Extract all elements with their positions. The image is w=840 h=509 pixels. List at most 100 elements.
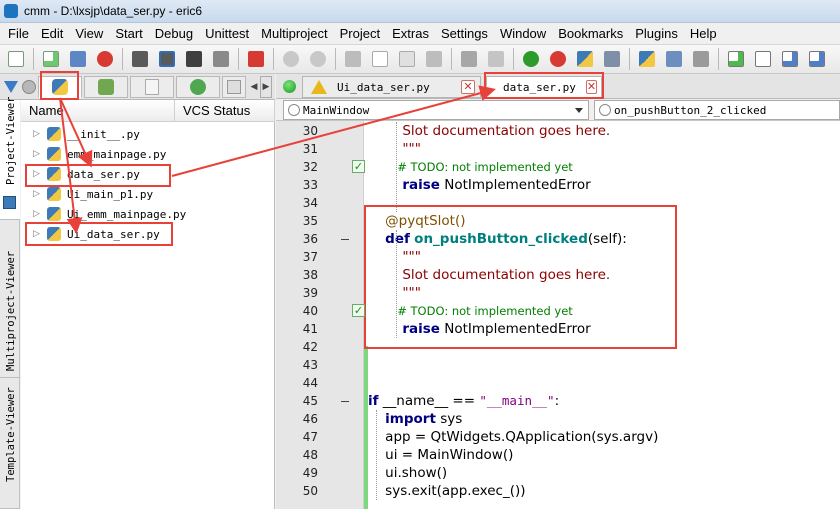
close-all-icon[interactable] [244, 47, 268, 71]
expand-arrow-icon[interactable]: ▷ [33, 209, 43, 219]
menu-edit[interactable]: Edit [35, 26, 69, 41]
reload-icon[interactable] [519, 47, 543, 71]
task-marker-icon[interactable]: ✓ [352, 304, 365, 317]
close-tab-icon[interactable]: ✕ [461, 80, 475, 94]
menu-help[interactable]: Help [684, 26, 723, 41]
column-name[interactable]: Name [21, 100, 175, 121]
list-item[interactable]: ▷ Ui_main_p1.py [21, 184, 275, 204]
new-window-icon[interactable] [689, 47, 713, 71]
list-item[interactable]: ▷ Ui_data_ser.py [21, 224, 275, 244]
close-tab-icon[interactable]: ✕ [585, 80, 598, 94]
tabs-scroll-left-icon[interactable]: ◀ [248, 76, 260, 98]
column-vcs-status[interactable]: VCS Status [175, 100, 275, 121]
python-run-icon[interactable] [573, 47, 597, 71]
save-as-icon[interactable] [155, 47, 179, 71]
settings-icon[interactable] [600, 47, 624, 71]
menu-file[interactable]: File [2, 26, 35, 41]
code-line[interactable]: ui = MainWindow() [368, 446, 840, 464]
method-combo[interactable]: on_pushButton_2_clicked [594, 100, 840, 120]
tab-data-ser[interactable]: data_ser.py ✕ [486, 76, 602, 98]
code-line[interactable]: Slot documentation goes here. [368, 266, 840, 284]
delete-icon[interactable] [422, 47, 446, 71]
code-line[interactable]: # TODO: not implemented yet [368, 302, 840, 320]
code-line[interactable]: Slot documentation goes here. [368, 122, 840, 140]
close-red-icon[interactable] [93, 47, 117, 71]
print-icon[interactable] [66, 47, 90, 71]
code-line[interactable] [368, 338, 840, 356]
code-line[interactable] [368, 356, 840, 374]
tab-sources[interactable] [38, 75, 82, 98]
list-item[interactable]: ▷ emm_mainpage.py [21, 144, 275, 164]
menu-window[interactable]: Window [494, 26, 552, 41]
menu-extras[interactable]: Extras [386, 26, 435, 41]
tab-project-viewer[interactable]: Project-Viewer [0, 96, 20, 220]
code-line[interactable]: """ [368, 284, 840, 302]
code-line[interactable]: if __name__ == "__main__": [368, 392, 840, 410]
save-copy-icon[interactable] [209, 47, 233, 71]
menu-unittest[interactable]: Unittest [199, 26, 255, 41]
copy-icon[interactable] [368, 47, 392, 71]
tab-interfaces[interactable] [222, 75, 246, 98]
redo-icon[interactable] [306, 47, 330, 71]
code-line[interactable] [368, 194, 840, 212]
find-project-icon[interactable] [635, 47, 659, 71]
new-project-icon[interactable] [39, 47, 63, 71]
code-line[interactable]: import sys [368, 410, 840, 428]
class-combo[interactable]: MainWindow [283, 100, 589, 120]
code-line[interactable]: """ [368, 140, 840, 158]
menu-view[interactable]: View [69, 26, 109, 41]
tab-forms[interactable] [84, 75, 128, 98]
code-line[interactable]: sys.exit(app.exec_()) [368, 482, 840, 500]
search-file-icon[interactable] [751, 47, 775, 71]
import-icon[interactable] [778, 47, 802, 71]
save-all-icon[interactable] [182, 47, 206, 71]
list-item[interactable]: ▷ data_ser.py [21, 164, 275, 184]
code-line[interactable]: """ [368, 248, 840, 266]
comment-icon[interactable] [457, 47, 481, 71]
menu-settings[interactable]: Settings [435, 26, 494, 41]
tab-multiproject-viewer[interactable]: Multiproject-Viewer [0, 220, 20, 378]
cut-icon[interactable] [341, 47, 365, 71]
expand-arrow-icon[interactable]: ▷ [33, 129, 43, 139]
list-item[interactable]: ▷ Ui_emm_mainpage.py [21, 204, 275, 224]
export-icon[interactable] [805, 47, 829, 71]
menu-multiproject[interactable]: Multiproject [255, 26, 333, 41]
add-icon[interactable] [724, 47, 748, 71]
tabs-scroll-right-icon[interactable]: ▶ [260, 75, 272, 98]
tab-translations[interactable] [176, 75, 220, 98]
code-line[interactable]: # TODO: not implemented yet [368, 158, 840, 176]
paste-icon[interactable] [395, 47, 419, 71]
code-line[interactable]: app = QtWidgets.QApplication(sys.argv) [368, 428, 840, 446]
fold-marker-icon[interactable] [341, 239, 349, 240]
menu-bookmarks[interactable]: Bookmarks [552, 26, 629, 41]
tab-resources[interactable] [130, 75, 174, 98]
new-file-icon[interactable] [4, 47, 28, 71]
find-file-icon[interactable] [662, 47, 686, 71]
code-editor[interactable]: Slot documentation goes here. """ # TODO… [368, 121, 840, 509]
next-icon[interactable] [484, 47, 508, 71]
task-marker-icon[interactable]: ✓ [352, 160, 365, 173]
code-line[interactable]: raise NotImplementedError [368, 176, 840, 194]
menu-project[interactable]: Project [334, 26, 386, 41]
code-line[interactable]: ui.show() [368, 464, 840, 482]
expand-arrow-icon[interactable]: ▷ [33, 149, 43, 159]
filter-icon[interactable] [2, 76, 20, 98]
status-circle-icon[interactable] [22, 79, 36, 94]
menu-plugins[interactable]: Plugins [629, 26, 684, 41]
fold-marker-icon[interactable] [341, 401, 349, 402]
code-line[interactable] [368, 374, 840, 392]
code-line[interactable]: raise NotImplementedError [368, 320, 840, 338]
save-icon[interactable] [128, 47, 152, 71]
expand-arrow-icon[interactable]: ▷ [33, 229, 43, 239]
list-item[interactable]: ▷ __init__.py [21, 124, 275, 144]
expand-arrow-icon[interactable]: ▷ [33, 169, 43, 179]
code-line[interactable]: @pyqtSlot() [368, 212, 840, 230]
undo-icon[interactable] [279, 47, 303, 71]
tab-ui-data-ser[interactable]: Ui_data_ser.py ✕ [302, 76, 481, 98]
expand-arrow-icon[interactable]: ▷ [33, 189, 43, 199]
code-line[interactable]: def on_pushButton_clicked(self): [368, 230, 840, 248]
menu-start[interactable]: Start [109, 26, 148, 41]
tab-template-viewer[interactable]: Template-Viewer [0, 378, 20, 509]
stop-icon[interactable] [546, 47, 570, 71]
menu-debug[interactable]: Debug [149, 26, 199, 41]
